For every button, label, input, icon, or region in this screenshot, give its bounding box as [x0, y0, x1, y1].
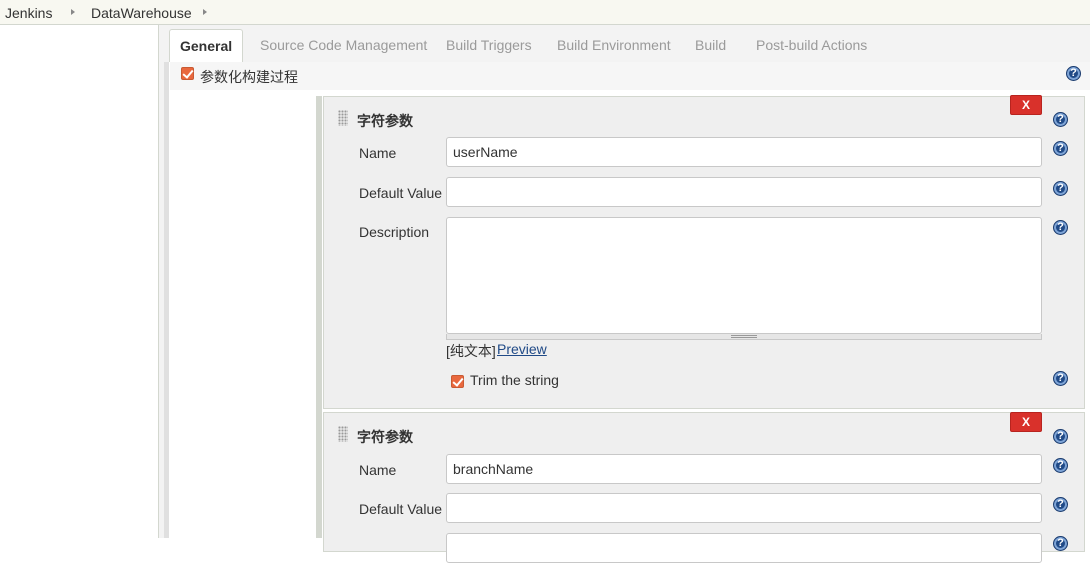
tab-build[interactable]: Build	[695, 29, 726, 62]
help-icon[interactable]: ?	[1053, 429, 1068, 444]
name-input[interactable]: userName	[446, 137, 1042, 167]
string-parameter-1: 字符参数 X ? Name userName ? Default Value ?…	[323, 95, 1085, 409]
drag-handle-icon[interactable]	[338, 110, 348, 126]
breadcrumb: Jenkins DataWarehouse	[0, 0, 1090, 25]
trim-checkbox[interactable]	[451, 375, 464, 388]
delete-parameter-button[interactable]: X	[1010, 95, 1042, 115]
tab-source-code-management[interactable]: Source Code Management	[260, 29, 427, 62]
help-icon[interactable]: ?	[1053, 181, 1068, 196]
drag-handle-icon	[731, 335, 757, 338]
default-value-input[interactable]	[446, 493, 1042, 523]
plaintext-label: [纯文本]	[446, 343, 496, 359]
name-label: Name	[359, 145, 397, 161]
preview-link[interactable]: Preview	[497, 341, 547, 357]
parameter-title: 字符参数	[357, 113, 413, 129]
help-icon[interactable]: ?	[1053, 458, 1068, 473]
textarea-resize-handle[interactable]	[446, 334, 1042, 340]
help-icon[interactable]: ?	[1053, 220, 1068, 235]
default-value-label: Default Value	[359, 501, 443, 517]
name-label: Name	[359, 462, 397, 478]
drag-handle-icon[interactable]	[338, 426, 348, 442]
tab-build-environment[interactable]: Build Environment	[557, 29, 671, 62]
string-parameter-2: 字符参数 X ? Name branchName ? Default Value…	[323, 412, 1085, 563]
description-label: Description	[359, 224, 430, 240]
help-icon[interactable]: ?	[1053, 112, 1068, 127]
help-icon[interactable]: ?	[1066, 66, 1081, 81]
help-icon[interactable]: ?	[1053, 536, 1068, 551]
default-value-input[interactable]	[446, 177, 1042, 207]
help-icon[interactable]: ?	[1053, 141, 1068, 156]
trim-label[interactable]: Trim the string	[470, 372, 559, 388]
parameterized-row: 参数化构建过程 ?	[170, 62, 1090, 90]
delete-parameter-button[interactable]: X	[1010, 412, 1042, 432]
breadcrumb-datawarehouse[interactable]: DataWarehouse	[91, 5, 192, 21]
name-input[interactable]: branchName	[446, 454, 1042, 484]
chevron-right-icon[interactable]	[71, 9, 75, 15]
chevron-right-icon[interactable]	[203, 9, 207, 15]
parameterized-label[interactable]: 参数化构建过程	[200, 67, 298, 87]
default-value-label: Default Value	[359, 185, 443, 201]
help-icon[interactable]: ?	[1053, 497, 1068, 512]
help-icon[interactable]: ?	[1053, 371, 1068, 386]
parameter-title: 字符参数	[357, 429, 413, 445]
params-drag-track	[316, 96, 322, 538]
tab-build-triggers[interactable]: Build Triggers	[446, 29, 532, 62]
tab-post-build-actions[interactable]: Post-build Actions	[756, 29, 867, 62]
tab-general[interactable]: General	[169, 29, 244, 62]
breadcrumb-jenkins[interactable]: Jenkins	[5, 5, 52, 21]
description-textarea[interactable]	[446, 217, 1042, 334]
parameterized-checkbox[interactable]	[181, 67, 194, 80]
